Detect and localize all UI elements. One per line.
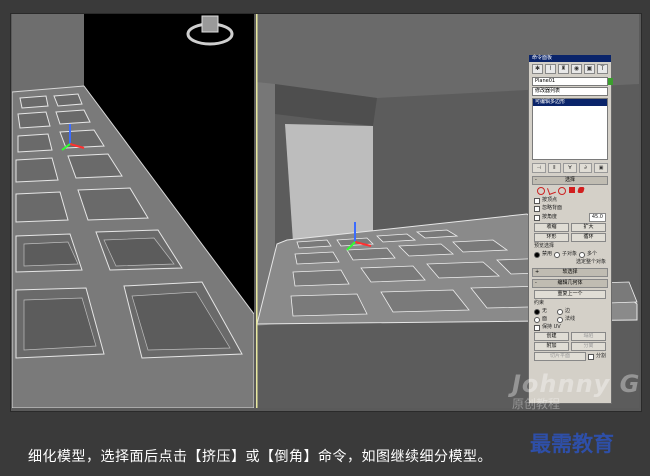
preview-subobj-radio[interactable] [554, 251, 561, 258]
preview-off-label: 禁用 [542, 251, 553, 257]
remove-modifier-icon[interactable]: ∂ [578, 163, 593, 173]
ring-loop-row: 环形 循环 [534, 233, 606, 242]
configure-sets-icon[interactable]: ▣ [594, 163, 608, 173]
subobject-level-icons [537, 186, 603, 195]
utilities-icon[interactable]: T [597, 64, 608, 74]
by-angle-label: 按角度 [542, 214, 558, 220]
constraint-none-radio[interactable] [534, 308, 540, 315]
by-angle-spinner[interactable]: 45.0 [588, 213, 606, 222]
loop-button[interactable]: 循环 [571, 233, 606, 242]
border-icon[interactable] [558, 187, 566, 195]
by-angle-checkbox[interactable] [534, 214, 540, 221]
shrink-button[interactable]: 收缩 [534, 223, 569, 232]
caption-text: 细化模型，选择面后点击【挤压】或【倒角】命令，如图继续细分模型。 [28, 449, 492, 465]
ignore-backfacing-label: 忽略背面 [542, 205, 563, 211]
constraint-face-label: 面 [542, 316, 548, 322]
split-label: 分割 [595, 353, 606, 359]
preview-multi-radio[interactable] [579, 251, 586, 258]
by-vertex-label: 按顶点 [542, 197, 558, 203]
by-vertex-checkbox[interactable] [534, 197, 540, 204]
ring-button[interactable]: 环形 [534, 233, 569, 242]
detach-button[interactable]: 分离 [571, 342, 606, 351]
constraint-normal-label: 法线 [565, 316, 576, 322]
constraint-edge-radio[interactable] [557, 308, 564, 315]
edit-geometry-rollout-header[interactable]: - 编辑几何体 [532, 279, 608, 288]
wall-block [12, 14, 84, 92]
constraints-label: 约束 [534, 300, 545, 306]
create-collapse-row: 创建 塌陷 [534, 332, 606, 341]
left-viewport-scene [12, 14, 254, 408]
whole-object-status: 选定整个对象 [575, 259, 606, 265]
motion-icon[interactable]: ◉ [571, 64, 582, 74]
object-name-value: Plane01 [535, 78, 556, 84]
soft-selection-title: 软选择 [562, 269, 578, 275]
shrink-grow-row: 收缩 扩大 [534, 223, 606, 232]
element-icon[interactable] [577, 187, 585, 193]
display-icon[interactable]: ▣ [584, 64, 595, 74]
viewcube [201, 15, 219, 33]
modify-icon[interactable]: ⌇ [545, 64, 556, 74]
split-checkbox[interactable] [587, 353, 594, 360]
edit-geometry-title: 编辑几何体 [557, 280, 583, 286]
by-angle-row[interactable]: 按角度 45.0 [534, 213, 606, 222]
modifier-stack[interactable]: 可编辑多边形 [532, 98, 608, 160]
slice-plane-button[interactable]: 切片平面 [534, 352, 586, 361]
object-color-swatch[interactable] [608, 78, 613, 85]
brand-logo: 最需教育 [530, 432, 614, 456]
grow-button[interactable]: 扩大 [571, 223, 606, 232]
pin-stack-icon[interactable]: ⊣ [532, 163, 546, 173]
show-end-result-icon[interactable]: Ⅱ [547, 163, 562, 173]
attach-button[interactable]: 附加 [534, 342, 569, 351]
modifier-list-dropdown[interactable]: 修改器列表 [532, 87, 608, 96]
watermark-logo: Johnny G [512, 370, 641, 398]
preserve-uvs-row[interactable]: 保持 UV [534, 324, 606, 331]
far-wall [285, 124, 373, 242]
preserve-uvs-label: 保持 UV [542, 324, 561, 330]
command-panel-title: 命令面板 [529, 55, 611, 62]
vertex-icon[interactable] [537, 187, 545, 195]
constraints-row-1: 无 边 [534, 308, 606, 315]
constraint-face-radio[interactable] [534, 316, 540, 323]
repeat-last-button[interactable]: 重复上一个 [534, 290, 606, 299]
ignore-backfacing-checkbox[interactable] [534, 205, 540, 212]
soft-selection-rollout-header[interactable]: + 软选择 [532, 268, 608, 277]
constraint-edge-label: 边 [565, 308, 571, 314]
ignore-backfacing-row[interactable]: 忽略背面 [534, 205, 606, 212]
command-panel: 命令面板 ✱ ⌇ ♜ ◉ ▣ T Plane01 修改器列表 可编辑多边形 ⊣ … [528, 54, 613, 404]
command-panel-tabs: ✱ ⌇ ♜ ◉ ▣ T [529, 62, 611, 76]
constraint-none-label: 无 [542, 308, 548, 314]
polygon-icon[interactable] [569, 187, 575, 193]
selection-rollout-header[interactable]: - 选择 [532, 176, 608, 185]
watermark-subtitle: 原创教程 [512, 397, 561, 411]
constraint-normal-radio[interactable] [557, 316, 564, 323]
slice-split-row: 切片平面 分割 [534, 352, 606, 361]
preview-subobj-label: 子对象 [562, 251, 578, 257]
preview-selection-label: 预览选择 [534, 243, 555, 249]
create-button[interactable]: 创建 [534, 332, 569, 341]
selection-rollout-title: 选择 [564, 177, 575, 183]
edge-icon[interactable] [547, 186, 556, 195]
object-name-field[interactable]: Plane01 [532, 77, 613, 86]
attach-detach-row: 附加 分离 [534, 342, 606, 351]
make-unique-icon[interactable]: ∀ [563, 163, 577, 173]
left-viewport[interactable] [12, 14, 254, 408]
preview-selection-options: 禁用 子对象 多个 [534, 251, 606, 258]
stack-item-editable-poly[interactable]: 可编辑多边形 [533, 99, 607, 106]
split-row[interactable]: 分割 [587, 352, 606, 361]
preview-off-radio[interactable] [534, 251, 540, 258]
preserve-uvs-checkbox[interactable] [534, 324, 540, 331]
hierarchy-icon[interactable]: ♜ [558, 64, 569, 74]
by-vertex-row[interactable]: 按顶点 [534, 197, 606, 204]
constraints-row-2: 面 法线 [534, 316, 606, 323]
stack-toolbar: ⊣ Ⅱ ∀ ∂ ▣ [532, 163, 608, 173]
create-icon[interactable]: ✱ [532, 64, 543, 74]
collapse-button[interactable]: 塌陷 [571, 332, 606, 341]
preview-multi-label: 多个 [587, 251, 598, 257]
